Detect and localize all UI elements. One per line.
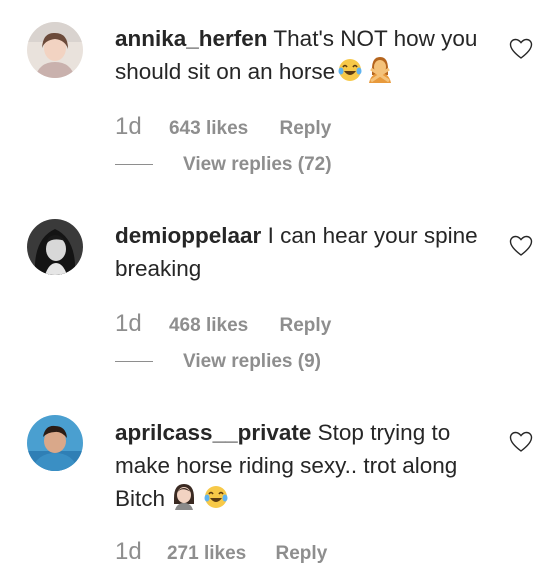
likes-count[interactable]: 271 likes: [167, 543, 246, 564]
comment-username[interactable]: demioppelaar: [115, 223, 261, 248]
comment-timestamp[interactable]: 1d: [115, 310, 142, 337]
avatar[interactable]: [27, 22, 83, 78]
divider-line: [115, 361, 153, 363]
divider-line: [115, 164, 153, 166]
reply-button[interactable]: Reply: [280, 118, 332, 139]
tears-of-joy-emoji: [337, 57, 363, 92]
comment-meta: 1d 643 likes Reply: [115, 113, 331, 141]
comment-username[interactable]: annika_herfen: [115, 26, 268, 51]
heart-outline-icon[interactable]: [509, 38, 533, 60]
view-replies-label: View replies (9): [183, 351, 321, 372]
reply-button[interactable]: Reply: [280, 315, 332, 336]
comment-timestamp[interactable]: 1d: [115, 538, 142, 565]
reply-button[interactable]: Reply: [276, 543, 328, 564]
avatar[interactable]: [27, 219, 83, 275]
comment-meta: 1d 468 likes Reply: [115, 310, 331, 338]
view-replies-button[interactable]: View replies (9): [115, 351, 321, 373]
heart-outline-icon[interactable]: [509, 235, 533, 257]
woman-gesturing-no-emoji: [365, 55, 395, 92]
avatar[interactable]: [27, 415, 83, 471]
comment-username[interactable]: aprilcass__private: [115, 420, 311, 445]
likes-count[interactable]: 643 likes: [169, 118, 248, 139]
heart-outline-icon[interactable]: [509, 431, 533, 453]
view-replies-button[interactable]: View replies (72): [115, 154, 332, 176]
comment-text: demioppelaar I can hear your spine break…: [115, 219, 495, 285]
tears-of-joy-emoji: [203, 484, 229, 519]
comment-text: annika_herfen That's NOT how you should …: [115, 22, 495, 92]
likes-count[interactable]: 468 likes: [169, 315, 248, 336]
comment-text: aprilcass__private Stop trying to make h…: [115, 416, 495, 519]
comment-timestamp[interactable]: 1d: [115, 113, 142, 140]
woman-emoji: [171, 482, 197, 519]
comment-meta: 1d 271 likes Reply: [115, 538, 327, 566]
view-replies-label: View replies (72): [183, 154, 332, 175]
